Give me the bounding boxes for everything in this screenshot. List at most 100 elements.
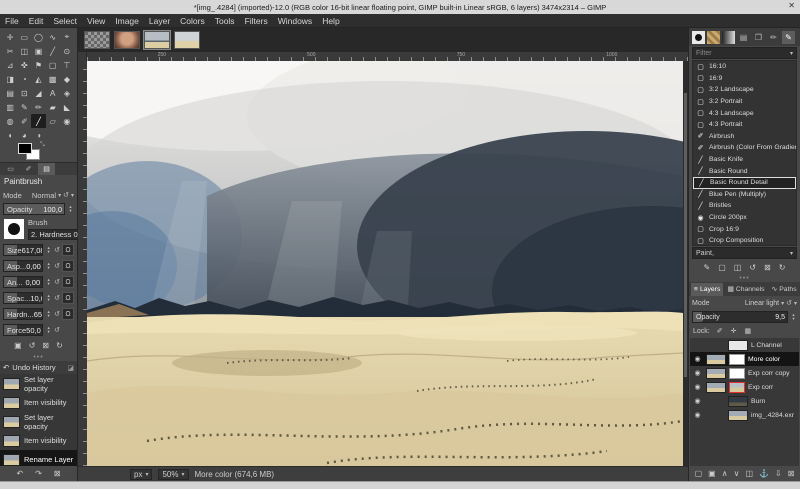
dynamics-link-icon[interactable]: Ω [62,308,74,320]
visibility-eye-icon[interactable]: ◉ [692,369,703,377]
tool-preset-item[interactable]: ▢ Crop Composition [693,235,796,246]
tool-button[interactable]: ▥ [3,100,17,114]
tool-button[interactable]: ✂ [3,44,17,58]
tool-slider[interactable]: Asp... 0,00 [3,260,43,272]
lock-icon[interactable]: ▦ [744,327,751,335]
tool-button[interactable]: ▩ [46,72,60,86]
tool-button[interactable]: ◭ [31,72,45,86]
layer-row[interactable]: ◉ img_.4284.exr [690,408,799,422]
layer-footer-button[interactable]: ∨ [734,469,740,478]
tool-button[interactable]: ∿ [46,30,60,44]
tool-preset-item[interactable]: ╱ Basic Round [693,165,796,177]
tool-preset-item[interactable]: ▢ Crop 16:9 [693,223,796,235]
brush-thumbnail[interactable] [4,219,24,239]
tool-button[interactable]: ⊙ [60,44,74,58]
slider-spinner[interactable]: ▴▾ [45,294,52,303]
tool-preset-item[interactable]: ╱ Basic Knife [693,154,796,166]
canvas-image[interactable] [87,61,683,466]
tool-options-button[interactable]: ↻ [56,341,63,350]
tool-button[interactable]: ◣ [60,100,74,114]
layer-opacity-spinner[interactable]: ▴▾ [790,313,797,322]
tool-options-button[interactable]: ↺ [29,341,36,350]
layer-footer-button[interactable]: ∧ [722,469,728,478]
tool-slider[interactable]: Spac... 10,0 [3,292,43,304]
tool-button[interactable]: A [46,86,60,100]
visibility-eye-icon[interactable]: ◉ [692,411,703,419]
tool-button[interactable]: ╱ [31,114,45,128]
menu-item[interactable]: Select [48,14,82,28]
menu-item[interactable]: Filters [240,14,273,28]
horizontal-ruler[interactable]: 2505007501000 [87,52,688,61]
slider-spinner[interactable]: ▴▾ [45,278,52,287]
image-tab-thumbnail[interactable] [144,31,170,49]
undo-history-item[interactable]: Item visibility [0,431,77,450]
tool-preset-item[interactable]: ✐ Airbrush (Color From Gradient) [693,142,796,154]
undo-footer-button[interactable]: ↶ [16,469,23,478]
chevron-down-icon[interactable]: ▾ [71,192,74,199]
tool-button[interactable]: ◍ [3,114,17,128]
tool-slider[interactable]: An... 0,00 [3,276,43,288]
reset-mode-icon[interactable]: ↺ [63,191,69,199]
tool-button[interactable]: ◈ [60,86,74,100]
layer-footer-button[interactable]: ▢ [695,469,703,478]
undo-footer-button[interactable]: ↷ [35,469,42,478]
dock-splitter[interactable]: ••• [0,354,77,361]
swap-colors-icon[interactable]: ⤡ [40,142,45,149]
dynamics-link-icon[interactable]: Ω [62,292,74,304]
canvas-vertical-scrollbar[interactable] [683,61,688,466]
opacity-slider[interactable]: Opacity 100,0 [3,203,65,215]
image-tab-thumbnail[interactable] [114,31,140,49]
layer-row[interactable]: ◉ Exp corr copy [690,366,799,380]
tool-button[interactable]: ⊿ [3,58,17,72]
tool-slider[interactable]: Size 617,08 [3,244,43,256]
opacity-spinner[interactable]: ▴▾ [67,205,74,214]
tool-button[interactable]: ▢ [46,58,60,72]
layer-row[interactable]: ◉ Exp corr [690,380,799,394]
dock-tab-icon[interactable] [722,31,735,44]
dock-tab-icon[interactable] [692,31,705,44]
preset-footer-button[interactable]: ▢ [718,263,726,272]
tool-button[interactable]: ✎ [17,100,31,114]
tool-preset-item[interactable]: ▢ 4:3 Landscape [693,107,796,119]
chevron-down-icon[interactable]: ▾ [794,300,797,307]
slider-spinner[interactable]: ▴▾ [45,310,52,319]
tool-button[interactable]: ◖ [3,128,17,142]
menu-item[interactable]: Image [110,14,144,28]
dock-tab-icon[interactable]: ❒ [752,31,765,44]
preset-footer-button[interactable]: ↻ [779,263,786,272]
layer-row[interactable]: ◉ More color [690,352,799,366]
dock-tab-icon[interactable] [707,31,720,44]
tool-button[interactable]: ◨ [3,72,17,86]
tool-preset-item[interactable]: ╱ Blue Pen (Multiply) [693,189,796,201]
menu-item[interactable]: Help [317,14,344,28]
tool-button[interactable]: ◆ [60,72,74,86]
tool-button[interactable]: ⊤ [60,58,74,72]
dynamics-link-icon[interactable]: Ω [62,260,74,272]
mode-select[interactable]: Normal [32,191,56,200]
zoom-select[interactable]: 50% ▾ [158,469,188,480]
menu-item[interactable]: Tools [210,14,240,28]
tool-button[interactable]: ◑ [31,128,45,142]
chevron-down-icon[interactable]: ▾ [781,300,784,307]
layer-footer-button[interactable]: ⇩ [775,469,782,478]
layer-row[interactable]: ◉ Burn [690,394,799,408]
tool-preset-item[interactable]: ✐ Airbrush [693,131,796,143]
dock-tab-icon[interactable]: ✐ [20,163,37,175]
tool-button[interactable]: ◕ [17,128,31,142]
undo-history-item[interactable]: Set layer opacity [0,374,77,393]
tool-button[interactable]: ╱ [46,44,60,58]
slider-spinner[interactable]: ▴▾ [45,246,52,255]
layer-footer-button[interactable]: ◫ [745,469,753,478]
menu-item[interactable]: Layer [144,14,175,28]
tool-button[interactable]: ◉ [60,114,74,128]
foreground-color-swatch[interactable] [18,143,32,154]
layer-footer-button[interactable]: ⊠ [788,469,795,478]
undo-footer-button[interactable]: ⊠ [54,469,61,478]
visibility-eye-icon[interactable]: ◉ [692,383,703,391]
dynamics-link-icon[interactable]: Ω [62,276,74,288]
dock-tab-icon[interactable]: ✏ [767,31,780,44]
layers-dock-tab[interactable]: ≡ Layers [691,283,723,296]
tool-options-button[interactable]: ⊠ [42,341,49,350]
chevron-down-icon[interactable]: ▾ [58,192,61,199]
tool-button[interactable]: ⌖ [60,30,74,44]
